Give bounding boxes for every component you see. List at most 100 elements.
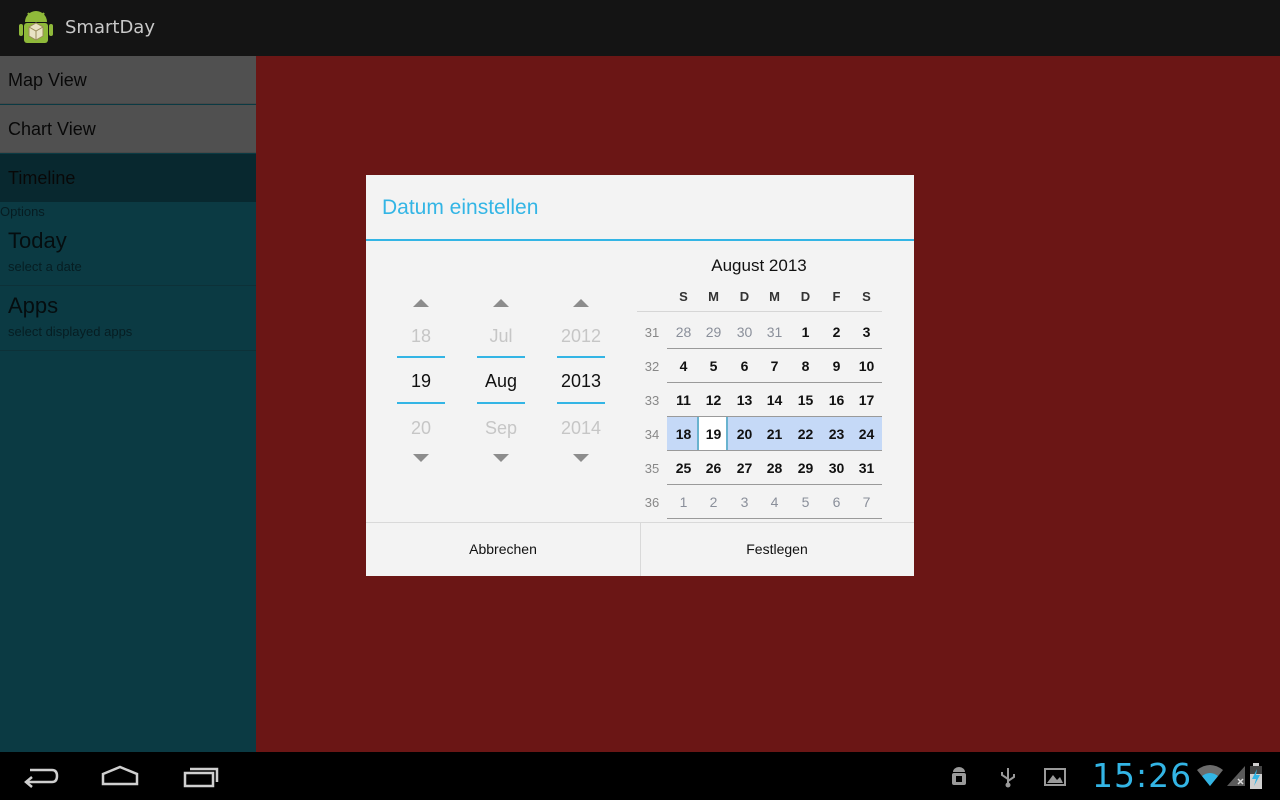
week-number: 31 — [644, 325, 660, 340]
calendar-header-divider — [637, 311, 882, 312]
android-debug-icon[interactable] — [948, 766, 970, 788]
calendar-day[interactable]: 22 — [790, 419, 821, 449]
usb-icon[interactable] — [997, 766, 1019, 788]
calendar-day[interactable]: 18 — [668, 419, 699, 449]
calendar-day[interactable]: 5 — [790, 487, 821, 517]
decrement-arrow-icon[interactable] — [413, 454, 429, 462]
day-current-value[interactable]: 19 — [387, 371, 455, 392]
weekday-header: S — [862, 289, 871, 304]
status-clock[interactable]: 15:26 — [1092, 756, 1192, 795]
calendar-day[interactable]: 2 — [821, 317, 852, 347]
calendar-day[interactable]: 30 — [821, 453, 852, 483]
calendar-day[interactable]: 3 — [729, 487, 760, 517]
weekday-header: D — [739, 289, 750, 304]
year-prev-value[interactable]: 2012 — [547, 326, 615, 347]
increment-arrow-icon[interactable] — [573, 299, 589, 307]
calendar-month-label: August 2013 — [711, 256, 807, 275]
week-number: 34 — [644, 427, 660, 442]
week-number: 36 — [644, 495, 660, 510]
signal-icon[interactable] — [1226, 764, 1246, 788]
year-next-value[interactable]: 2014 — [547, 418, 615, 439]
month-next-value[interactable]: Sep — [467, 418, 535, 439]
increment-arrow-icon[interactable] — [413, 299, 429, 307]
spinner-divider — [397, 356, 445, 358]
weekday-header: D — [800, 289, 811, 304]
calendar-row-divider — [667, 348, 882, 349]
day-next-value[interactable]: 20 — [387, 418, 455, 439]
calendar-day[interactable]: 28 — [759, 453, 790, 483]
weekday-header: M — [708, 289, 719, 304]
calendar-day[interactable]: 24 — [851, 419, 882, 449]
calendar-day[interactable]: 15 — [790, 385, 821, 415]
spinner-divider — [557, 402, 605, 404]
weekday-header: S — [679, 289, 688, 304]
calendar-day[interactable]: 28 — [668, 317, 699, 347]
calendar-day[interactable]: 4 — [668, 351, 699, 381]
system-navigation-bar: 15:26 — [0, 752, 1280, 800]
calendar-day[interactable]: 27 — [729, 453, 760, 483]
decrement-arrow-icon[interactable] — [573, 454, 589, 462]
gallery-icon[interactable] — [1043, 766, 1067, 788]
year-current-value[interactable]: 2013 — [547, 371, 615, 392]
calendar-day[interactable]: 31 — [759, 317, 790, 347]
calendar-day[interactable]: 6 — [729, 351, 760, 381]
back-icon[interactable] — [22, 762, 60, 790]
week-number: 32 — [644, 359, 660, 374]
month-current-value[interactable]: Aug — [467, 371, 535, 392]
calendar-day[interactable]: 17 — [851, 385, 882, 415]
confirm-button[interactable]: Festlegen — [640, 523, 914, 576]
calendar-day[interactable]: 13 — [729, 385, 760, 415]
calendar-day[interactable]: 31 — [851, 453, 882, 483]
calendar-row-divider — [667, 518, 882, 519]
cancel-button[interactable]: Abbrechen — [366, 523, 640, 576]
spinner-divider — [557, 356, 605, 358]
recent-apps-icon[interactable] — [182, 762, 220, 790]
calendar-day[interactable]: 10 — [851, 351, 882, 381]
home-icon[interactable] — [101, 762, 139, 790]
calendar-day[interactable]: 4 — [759, 487, 790, 517]
calendar-day[interactable]: 30 — [729, 317, 760, 347]
calendar-row-divider — [667, 484, 882, 485]
day-spinner[interactable]: 18 19 20 — [397, 295, 445, 465]
calendar-day[interactable]: 1 — [790, 317, 821, 347]
calendar-day[interactable]: 8 — [790, 351, 821, 381]
calendar-day[interactable]: 9 — [821, 351, 852, 381]
calendar-day[interactable]: 2 — [698, 487, 729, 517]
week-number: 35 — [644, 461, 660, 476]
app-logo-icon[interactable] — [16, 8, 56, 48]
calendar-day[interactable]: 19 — [698, 419, 729, 449]
calendar-day[interactable]: 5 — [698, 351, 729, 381]
decrement-arrow-icon[interactable] — [493, 454, 509, 462]
battery-charging-icon[interactable] — [1249, 762, 1263, 790]
calendar-day[interactable]: 7 — [759, 351, 790, 381]
year-spinner[interactable]: 2012 2013 2014 — [557, 295, 605, 465]
calendar-day[interactable]: 1 — [668, 487, 699, 517]
weekday-header: M — [769, 289, 780, 304]
calendar-day[interactable]: 3 — [851, 317, 882, 347]
dialog-title-divider — [366, 239, 914, 241]
action-bar: SmartDay — [0, 0, 1280, 56]
wifi-icon[interactable] — [1196, 764, 1224, 788]
weekday-header: F — [832, 289, 841, 304]
calendar-row-divider — [667, 382, 882, 383]
spinner-divider — [477, 402, 525, 404]
calendar-day[interactable]: 16 — [821, 385, 852, 415]
increment-arrow-icon[interactable] — [493, 299, 509, 307]
calendar-day[interactable]: 25 — [668, 453, 699, 483]
calendar-day[interactable]: 23 — [821, 419, 852, 449]
calendar-day[interactable]: 7 — [851, 487, 882, 517]
calendar-day[interactable]: 21 — [759, 419, 790, 449]
month-spinner[interactable]: Jul Aug Sep — [477, 295, 525, 465]
calendar-day[interactable]: 29 — [698, 317, 729, 347]
month-prev-value[interactable]: Jul — [467, 326, 535, 347]
calendar-day[interactable]: 20 — [729, 419, 760, 449]
calendar-day[interactable]: 26 — [698, 453, 729, 483]
calendar-row-divider — [667, 416, 882, 417]
calendar-day[interactable]: 29 — [790, 453, 821, 483]
calendar-day[interactable]: 14 — [759, 385, 790, 415]
day-prev-value[interactable]: 18 — [387, 326, 455, 347]
week-number: 33 — [644, 393, 660, 408]
calendar-day[interactable]: 11 — [668, 385, 699, 415]
calendar-day[interactable]: 6 — [821, 487, 852, 517]
calendar-day[interactable]: 12 — [698, 385, 729, 415]
